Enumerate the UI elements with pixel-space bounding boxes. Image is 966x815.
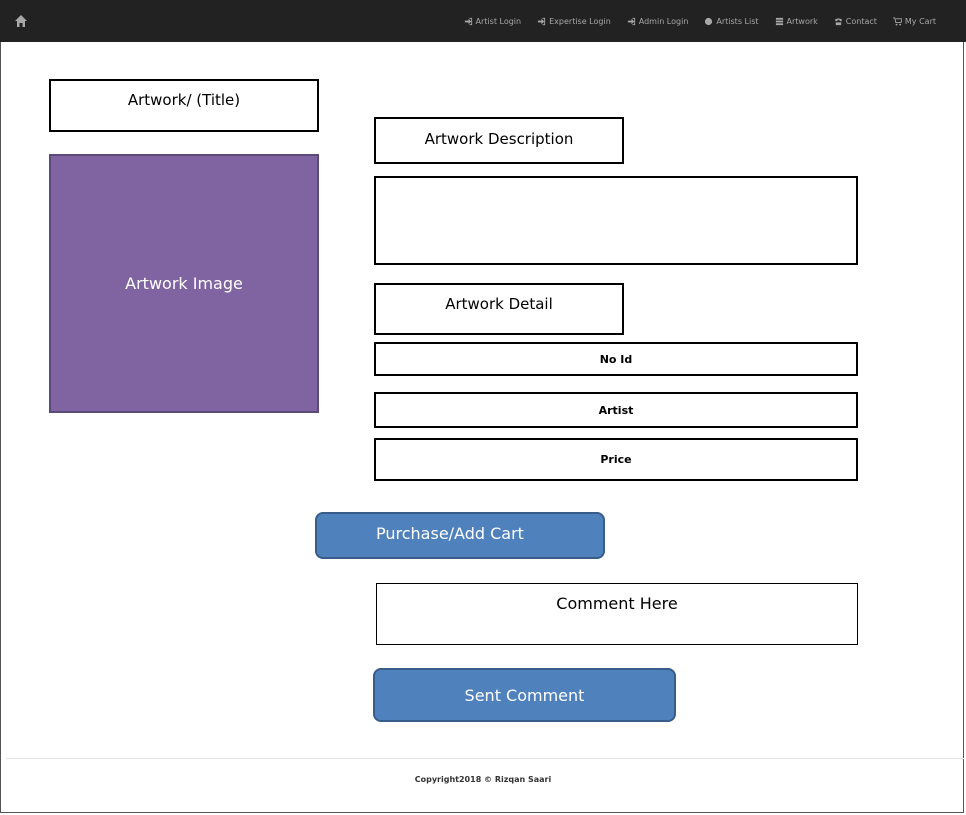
nav-label: Expertise Login [549,16,611,26]
field-id: No Id [374,342,858,376]
footer-divider [6,758,964,759]
nav-label: My Cart [904,16,936,26]
nav-artists-list[interactable]: Artists List [704,16,759,26]
nav-label: Contact [845,16,877,26]
nav-contact[interactable]: Contact [834,17,877,26]
nav-label: Admin Login [638,16,689,26]
send-comment-button[interactable]: Sent Comment [373,668,676,722]
description-heading: Artwork Description [374,117,624,164]
artwork-image: Artwork Image [49,154,319,413]
nav-my-cart[interactable]: My Cart [892,16,936,26]
login-icon [627,17,635,25]
detail-heading: Artwork Detail [374,283,624,335]
description-box [374,176,858,265]
field-artist: Artist [374,392,858,428]
home-icon[interactable] [14,14,28,28]
login-icon [464,17,472,25]
top-navbar: Artist Login Expertise Login Admin Login… [0,0,966,42]
nav-label: Artists List [716,16,759,26]
purchase-add-cart-button[interactable]: Purchase/Add Cart [315,512,605,559]
nav-expertise-login[interactable]: Expertise Login [537,17,611,26]
artwork-title: Artwork/ (Title) [49,79,319,132]
cart-icon [892,16,902,26]
list-icon [775,17,783,25]
nav-artwork[interactable]: Artwork [775,17,818,26]
footer-copyright: Copyright2018 © Rizqan Saari [414,775,552,784]
comment-input[interactable]: Comment Here [376,583,858,645]
nav-label: Artwork [786,16,818,26]
phone-icon [834,17,842,25]
field-price: Price [374,438,858,481]
globe-icon [705,17,713,25]
nav-admin-login[interactable]: Admin Login [627,16,689,26]
artwork-image-label: Artwork Image [125,274,243,293]
login-icon [538,17,546,25]
nav-menu: Artist Login Expertise Login Admin Login… [464,0,936,42]
nav-artist-login[interactable]: Artist Login [464,16,522,26]
nav-label: Artist Login [475,16,522,26]
